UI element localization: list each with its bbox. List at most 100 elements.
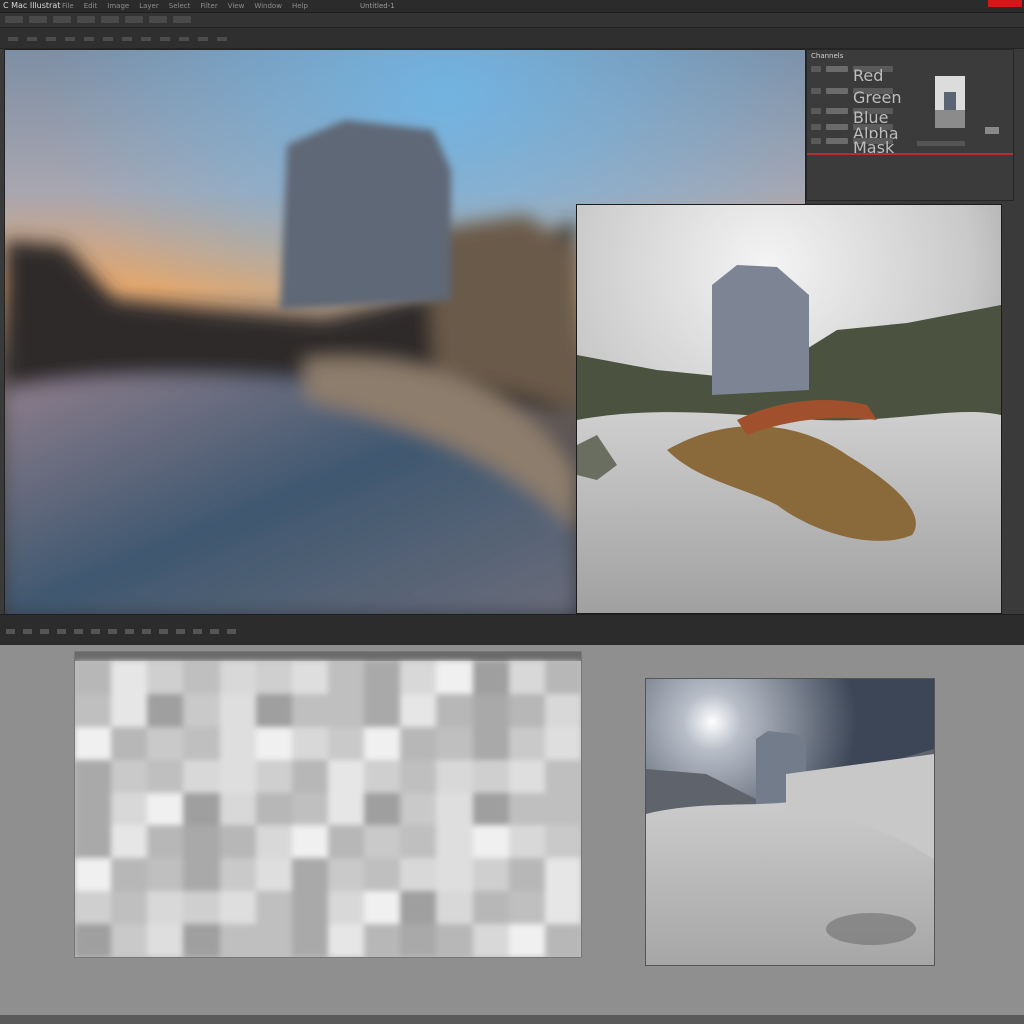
menu-item-layer[interactable]: Layer <box>139 0 159 12</box>
pixel-cell <box>508 858 545 892</box>
pixel-cell <box>147 759 184 793</box>
menu-item-filter[interactable]: Filter <box>200 0 217 12</box>
menu-item-select[interactable]: Select <box>169 0 191 12</box>
pixel-cell <box>147 858 184 892</box>
status-control[interactable] <box>125 629 134 634</box>
swatch <box>826 66 848 72</box>
pixel-cell <box>508 891 545 925</box>
status-control[interactable] <box>74 629 83 634</box>
pixel-cell <box>183 825 220 859</box>
swatch <box>826 138 848 144</box>
status-control[interactable] <box>91 629 100 634</box>
status-control[interactable] <box>176 629 185 634</box>
pixel-cell <box>291 661 328 694</box>
status-control[interactable] <box>6 629 15 634</box>
panel-title: Channels <box>811 52 844 60</box>
pixelated-preview[interactable] <box>74 651 582 958</box>
option-control[interactable] <box>173 16 191 23</box>
panel-row[interactable]: Red <box>811 66 929 85</box>
close-button[interactable] <box>988 0 1022 7</box>
pixel-cell <box>111 661 148 694</box>
pixel-cell <box>183 661 220 694</box>
menu-item-edit[interactable]: Edit <box>84 0 98 12</box>
pixel-cell <box>291 924 328 957</box>
menu-item-window[interactable]: Window <box>254 0 282 12</box>
pixel-cell <box>436 726 473 760</box>
ruler-tick <box>160 37 170 41</box>
pixel-cell <box>255 726 292 760</box>
option-control[interactable] <box>125 16 143 23</box>
status-control[interactable] <box>159 629 168 634</box>
eye-icon[interactable] <box>811 108 821 114</box>
pixel-cell <box>400 693 437 727</box>
option-control[interactable] <box>5 16 23 23</box>
panel-button[interactable] <box>985 127 999 134</box>
pixel-cell <box>472 825 509 859</box>
eye-icon[interactable] <box>811 88 821 94</box>
app-title[interactable]: C Mac Illustrat <box>3 0 60 12</box>
status-control[interactable] <box>227 629 236 634</box>
pixel-cell <box>75 726 112 760</box>
ruler-tick <box>217 37 227 41</box>
pixel-cell <box>219 825 256 859</box>
panel-row[interactable]: Mask <box>811 138 929 157</box>
pixel-cell <box>219 726 256 760</box>
status-control[interactable] <box>108 629 117 634</box>
options-items <box>5 16 191 23</box>
option-control[interactable] <box>101 16 119 23</box>
pixel-cell <box>75 759 112 793</box>
pixel-cell <box>400 759 437 793</box>
panel-row[interactable]: Green <box>811 88 929 107</box>
pixel-cell <box>147 924 184 957</box>
panel-slider[interactable] <box>917 141 965 146</box>
pixel-cell <box>75 693 112 727</box>
pixel-cell <box>291 858 328 892</box>
option-control[interactable] <box>149 16 167 23</box>
document-tab-strip <box>0 28 1024 49</box>
status-control[interactable] <box>210 629 219 634</box>
pixel-cell <box>472 693 509 727</box>
status-control[interactable] <box>142 629 151 634</box>
status-control[interactable] <box>57 629 66 634</box>
pixel-cell <box>255 759 292 793</box>
ruler-tick <box>65 37 75 41</box>
ruler-tick <box>46 37 56 41</box>
pixel-cell <box>327 726 365 760</box>
pixel-cell <box>183 858 220 892</box>
swatch <box>826 108 848 114</box>
pixel-cell <box>111 825 148 859</box>
layer-thumbnail[interactable] <box>935 76 965 128</box>
menu-item-file[interactable]: File <box>62 0 74 12</box>
option-control[interactable] <box>29 16 47 23</box>
panel-row[interactable]: Blue <box>811 108 929 127</box>
thumbnail-image[interactable] <box>645 678 935 966</box>
pixel-cell <box>255 825 292 859</box>
menu-item-view[interactable]: View <box>228 0 245 12</box>
status-control[interactable] <box>40 629 49 634</box>
pixel-cell <box>508 924 545 957</box>
menu-item-image[interactable]: Image <box>107 0 129 12</box>
preview-image[interactable] <box>576 204 1002 614</box>
panel-row[interactable]: Alpha <box>811 124 929 143</box>
status-control[interactable] <box>23 629 32 634</box>
status-control[interactable] <box>193 629 202 634</box>
pixel-cell <box>364 661 401 694</box>
preview-header <box>75 652 581 661</box>
option-control[interactable] <box>77 16 95 23</box>
pixel-cell <box>147 792 184 826</box>
eye-icon[interactable] <box>811 66 821 72</box>
option-control[interactable] <box>53 16 71 23</box>
pixel-cell <box>436 759 473 793</box>
channels-panel: Channels Red Green Blue Alpha Mask <box>806 49 1014 201</box>
pixel-cell <box>544 825 581 859</box>
menu-item-help[interactable]: Help <box>292 0 308 12</box>
eye-icon[interactable] <box>811 124 821 130</box>
pixel-cell <box>364 858 401 892</box>
options-bar <box>0 13 1024 28</box>
pixel-cell <box>436 891 473 925</box>
pixel-cell <box>75 825 112 859</box>
pixel-cell <box>75 792 112 826</box>
eye-icon[interactable] <box>811 138 821 144</box>
pixel-cell <box>75 891 112 925</box>
ruler-tick <box>84 37 94 41</box>
